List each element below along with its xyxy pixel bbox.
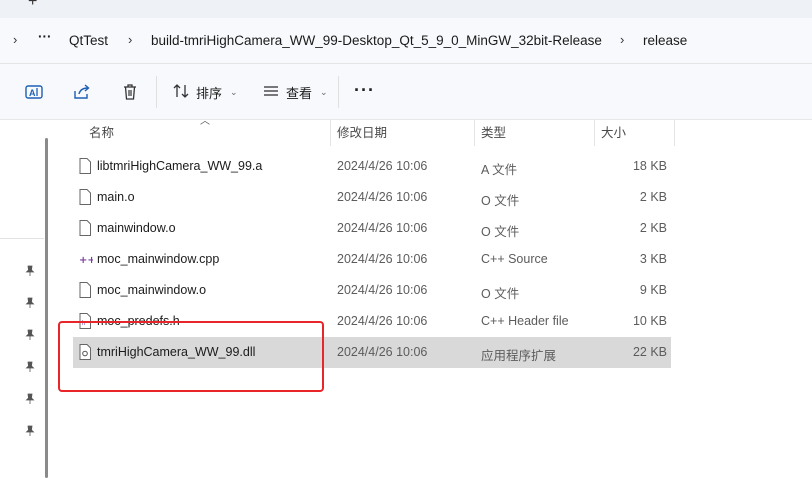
file-date: 2024/4/26 10:06 <box>337 159 428 173</box>
file-icon <box>79 282 91 298</box>
file-size: 22 KB <box>632 345 667 359</box>
column-header-size[interactable]: 大小 <box>595 120 675 146</box>
file-size: 2 KB <box>639 190 667 204</box>
delete-icon[interactable] <box>120 82 140 102</box>
column-header-name[interactable]: 名称 <box>83 120 331 146</box>
file-row[interactable]: main.o 2024/4/26 10:06 O 文件 2 KB <box>73 182 671 213</box>
column-header-label: 类型 <box>481 126 507 140</box>
file-icon <box>79 189 91 205</box>
column-header-type[interactable]: 类型 <box>475 120 595 146</box>
navigation-pane <box>0 120 58 478</box>
rename-icon[interactable]: A <box>24 82 44 102</box>
pin-icon[interactable] <box>24 329 36 341</box>
highlight-annotation-box <box>58 321 324 392</box>
pin-icon[interactable] <box>24 425 36 437</box>
cpp-source-icon: ++ <box>79 251 96 267</box>
file-size: 9 KB <box>639 283 667 297</box>
svg-text:A: A <box>29 88 36 98</box>
file-row[interactable]: moc_mainwindow.o 2024/4/26 10:06 O 文件 9 … <box>73 275 671 306</box>
file-name: libtmriHighCamera_WW_99.a <box>97 159 263 173</box>
more-options-button[interactable]: ··· <box>354 80 375 101</box>
chevron-right-icon: › <box>13 32 18 47</box>
file-type: O 文件 <box>481 287 520 301</box>
pin-icon[interactable] <box>24 393 36 405</box>
file-icon <box>79 220 91 236</box>
pin-icon[interactable] <box>24 265 36 277</box>
breadcrumb-item-release[interactable]: release <box>643 33 687 48</box>
file-date: 2024/4/26 10:06 <box>337 190 428 204</box>
sort-label: 排序 <box>196 85 223 101</box>
sort-button[interactable]: 排序 ⌄ <box>172 82 238 102</box>
file-name: moc_mainwindow.o <box>97 283 207 297</box>
breadcrumb-overflow-button[interactable]: ··· <box>38 29 52 44</box>
file-type: 应用程序扩展 <box>481 349 557 363</box>
view-button[interactable]: 查看 ⌄ <box>262 82 328 102</box>
share-icon[interactable] <box>72 82 92 102</box>
view-label: 查看 <box>286 85 313 101</box>
file-date: 2024/4/26 10:06 <box>337 221 428 235</box>
file-size: 3 KB <box>639 252 667 266</box>
view-list-icon <box>262 82 280 103</box>
file-date: 2024/4/26 10:06 <box>337 283 428 297</box>
breadcrumb-item-build[interactable]: build-tmriHighCamera_WW_99-Desktop_Qt_5_… <box>151 33 602 48</box>
file-type: C++ Source <box>481 252 548 266</box>
column-header-label: 修改日期 <box>337 126 388 140</box>
sort-icon <box>172 82 190 103</box>
nav-divider <box>0 238 44 239</box>
svg-text:++: ++ <box>79 255 93 266</box>
file-date: 2024/4/26 10:06 <box>337 314 428 328</box>
pin-icon[interactable] <box>24 361 36 373</box>
file-icon <box>79 158 91 174</box>
command-bar: A 排序 ⌄ 查看 ⌄ ··· <box>0 64 812 120</box>
file-type: A 文件 <box>481 163 518 177</box>
tab-strip: + <box>0 0 812 18</box>
file-date: 2024/4/26 10:06 <box>337 252 428 266</box>
file-size: 18 KB <box>632 159 667 173</box>
file-type: O 文件 <box>481 225 520 239</box>
chevron-down-icon: ⌄ <box>320 86 328 97</box>
file-type: C++ Header file <box>481 314 569 328</box>
new-tab-button[interactable]: + <box>28 0 37 11</box>
file-name: main.o <box>97 190 135 204</box>
file-row[interactable]: mainwindow.o 2024/4/26 10:06 O 文件 2 KB <box>73 213 671 244</box>
column-header-label: 大小 <box>601 126 627 140</box>
file-name: moc_mainwindow.cpp <box>97 252 220 266</box>
chevron-down-icon: ⌄ <box>230 86 238 97</box>
file-type: O 文件 <box>481 194 520 208</box>
file-date: 2024/4/26 10:06 <box>337 345 428 359</box>
column-header-date[interactable]: 修改日期 <box>331 120 475 146</box>
file-name: mainwindow.o <box>97 221 176 235</box>
file-size: 2 KB <box>639 221 667 235</box>
file-row[interactable]: ++ moc_mainwindow.cpp 2024/4/26 10:06 C+… <box>73 244 671 275</box>
nav-scrollbar[interactable] <box>45 138 48 478</box>
column-header-label: 名称 <box>89 126 115 140</box>
chevron-right-icon: › <box>128 32 133 47</box>
toolbar-divider <box>156 76 157 108</box>
pin-icon[interactable] <box>24 297 36 309</box>
chevron-right-icon: › <box>620 32 625 47</box>
file-row[interactable]: libtmriHighCamera_WW_99.a 2024/4/26 10:0… <box>73 151 671 182</box>
file-size: 10 KB <box>632 314 667 328</box>
toolbar-divider <box>338 76 339 108</box>
breadcrumb-item-qttest[interactable]: QtTest <box>69 33 108 48</box>
address-bar[interactable]: › ··· QtTest › build-tmriHighCamera_WW_9… <box>0 18 812 64</box>
